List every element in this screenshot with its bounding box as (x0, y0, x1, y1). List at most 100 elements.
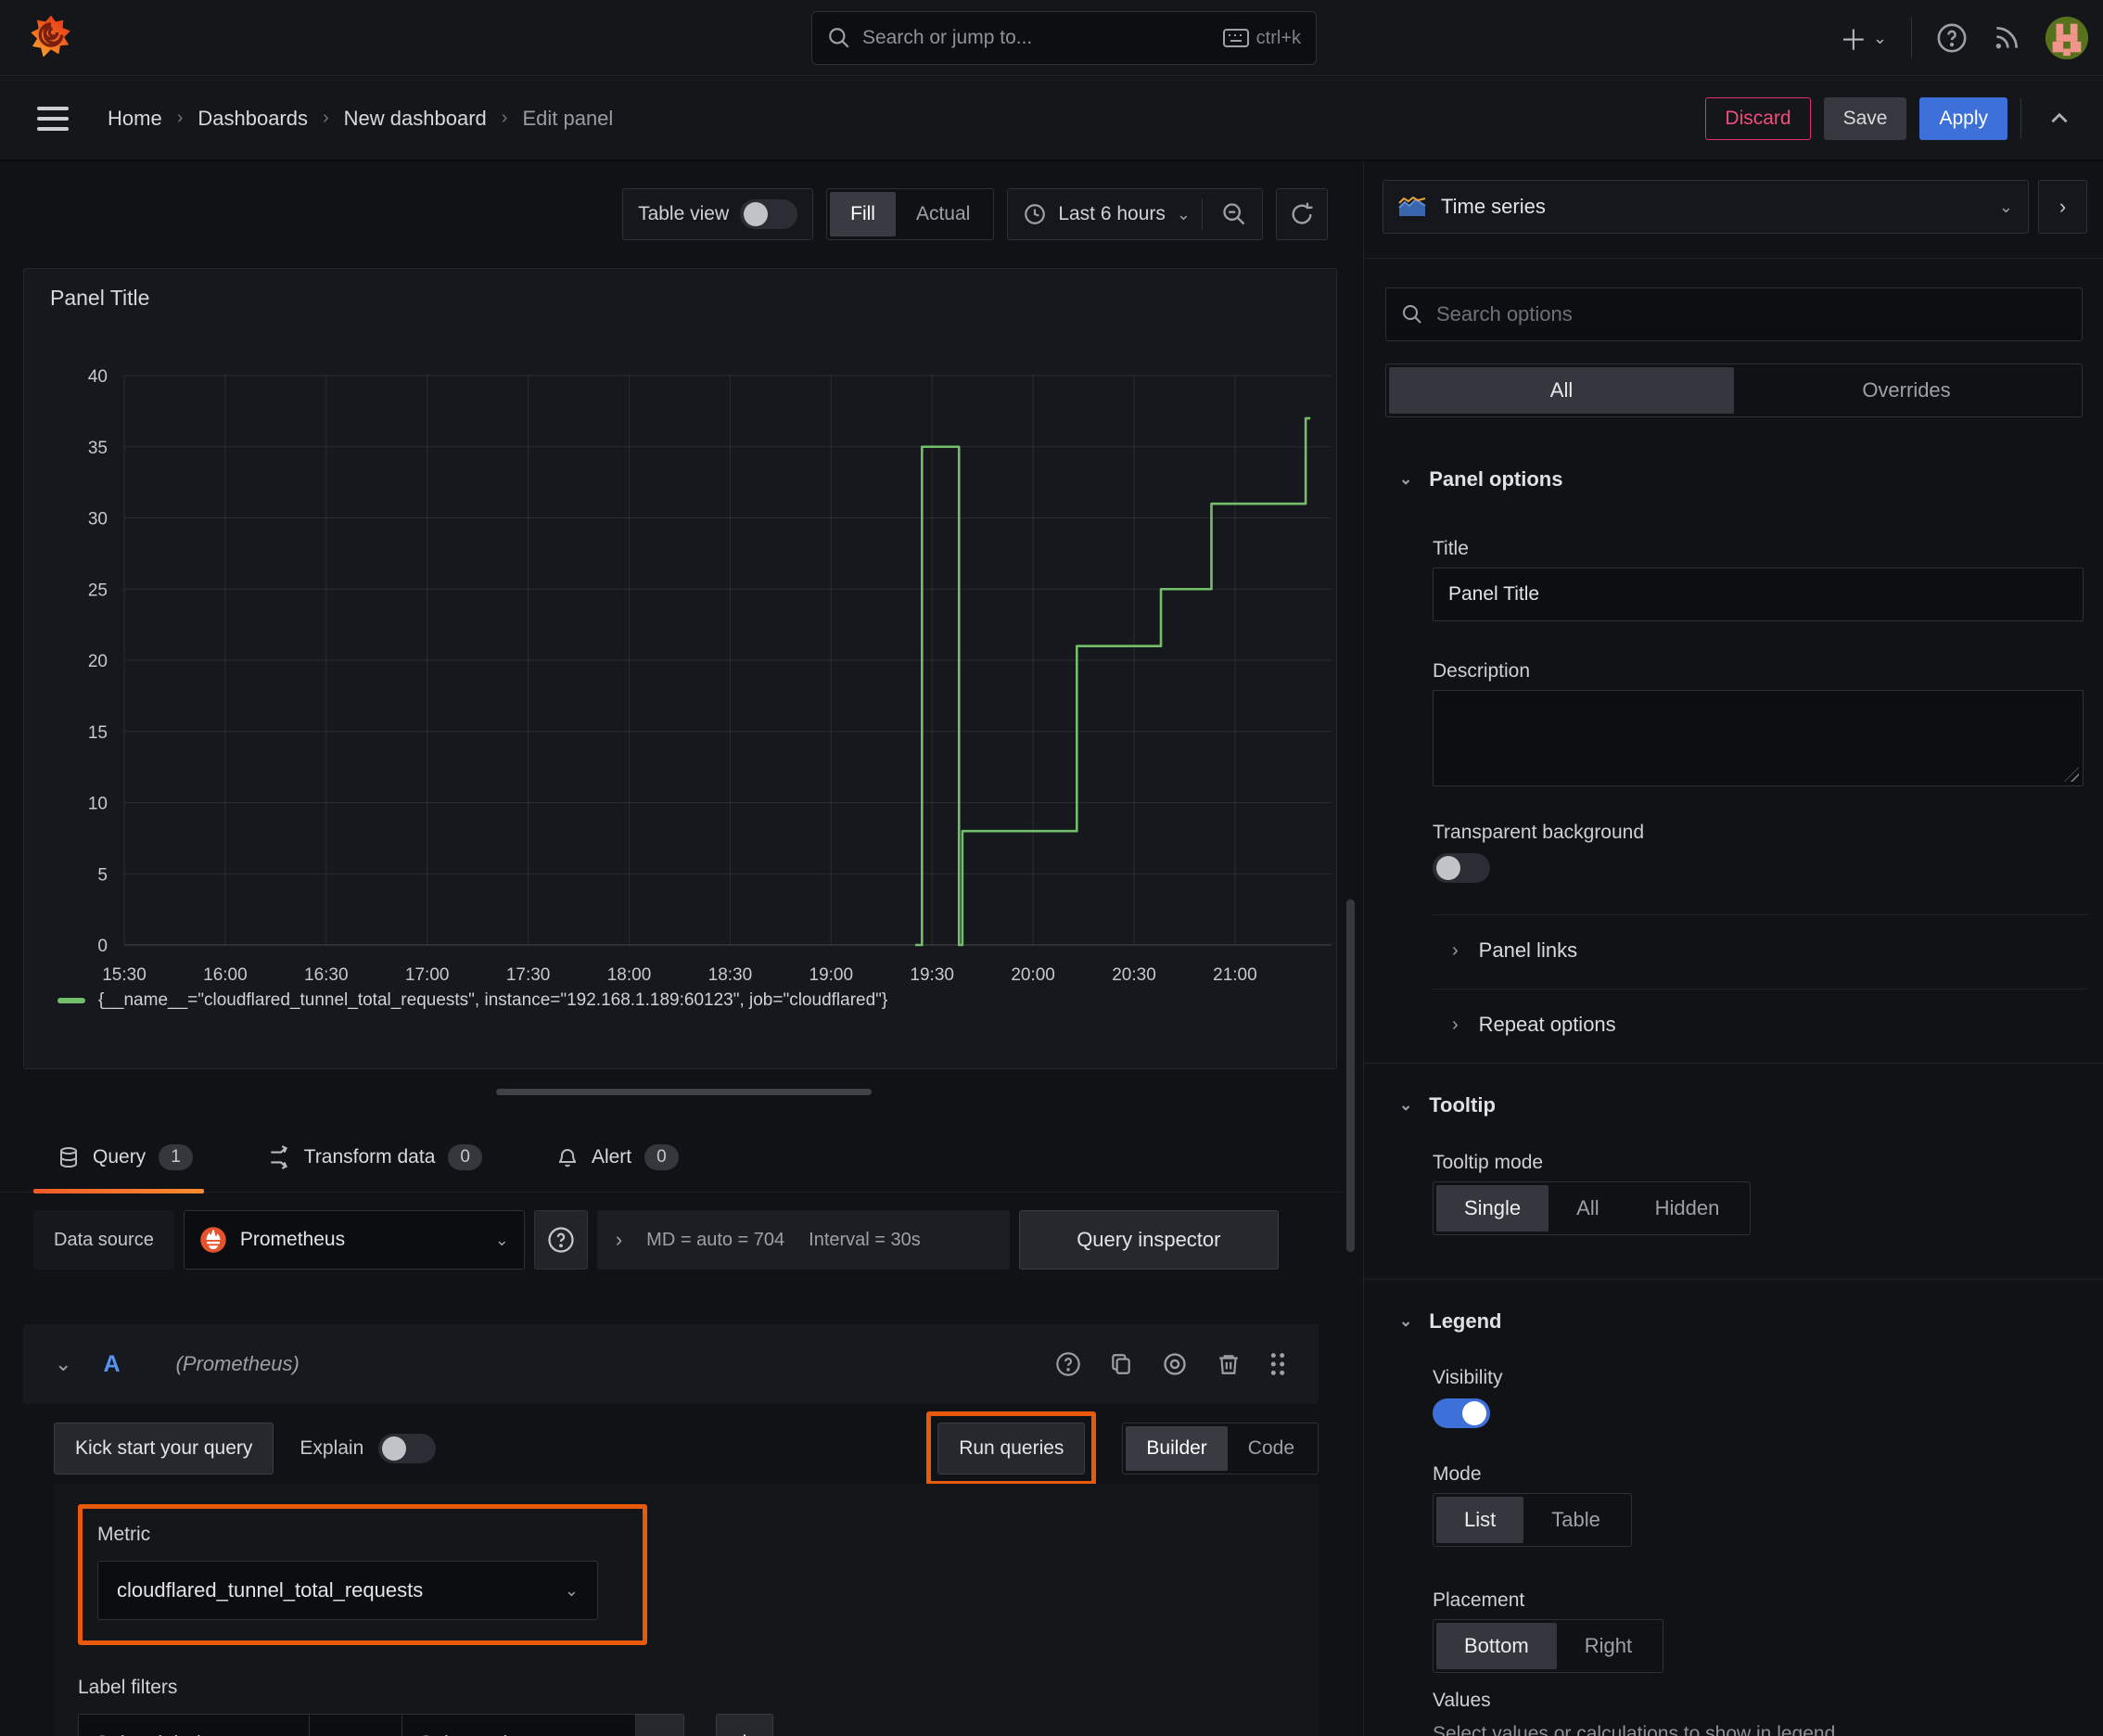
table-view-label: Table view (638, 203, 730, 224)
discard-button[interactable]: Discard (1705, 96, 1811, 140)
legend-mode-list[interactable]: List (1436, 1497, 1524, 1543)
breadcrumb-separator: › (323, 108, 329, 128)
explain-toggle[interactable] (378, 1434, 437, 1463)
legend-mode-label: Mode (1433, 1463, 1482, 1485)
code-option[interactable]: Code (1228, 1426, 1315, 1471)
user-avatar[interactable] (2046, 17, 2088, 59)
tab-query[interactable]: Query 1 (33, 1122, 217, 1194)
resize-corner-icon[interactable] (2064, 767, 2079, 782)
menu-toggle-icon[interactable] (37, 106, 69, 131)
news-rss-icon[interactable] (1992, 23, 2021, 53)
global-search-input[interactable]: Search or jump to... ctrl+k (811, 11, 1317, 65)
time-series-chart[interactable]: 0 5 10 15 20 25 30 35 40 15:30 16:00 16:30 17:00 17:3… (24, 269, 1338, 1070)
legend-placement-right[interactable]: Right (1557, 1623, 1660, 1669)
legend-placement-bottom[interactable]: Bottom (1436, 1623, 1557, 1669)
select-value-dropdown[interactable]: Select value ⌄ (402, 1714, 636, 1736)
help-icon[interactable] (1936, 22, 1968, 54)
section-tooltip[interactable]: ⌄ Tooltip (1399, 1093, 1496, 1117)
collapse-header-icon[interactable] (2034, 107, 2084, 131)
time-range-control: Last 6 hours ⌄ (1007, 188, 1263, 240)
section-legend[interactable]: ⌄ Legend (1399, 1309, 1501, 1334)
svg-text:17:00: 17:00 (405, 965, 450, 985)
tooltip-mode-hidden[interactable]: Hidden (1627, 1185, 1748, 1232)
description-textarea[interactable] (1433, 690, 2084, 786)
tooltip-mode-all[interactable]: All (1549, 1185, 1626, 1232)
apply-button[interactable]: Apply (1919, 96, 2007, 140)
section-repeat-options[interactable]: › Repeat options (1452, 1013, 1616, 1037)
breadcrumb-home[interactable]: Home (108, 107, 162, 131)
query-help-icon[interactable] (1055, 1351, 1081, 1377)
nav-bar: Home › Dashboards › New dashboard › Edit… (0, 77, 2103, 161)
resize-drag-handle[interactable] (496, 1089, 872, 1095)
table-view-toggle[interactable] (740, 199, 798, 229)
timeseries-viz-icon (1398, 196, 1426, 218)
tooltip-mode-label: Tooltip mode (1433, 1152, 1544, 1173)
new-menu-button[interactable]: ＋ ⌄ (1840, 18, 1887, 58)
metric-select[interactable]: cloudflared_tunnel_total_requests ⌄ (97, 1561, 598, 1620)
chevron-right-icon: › (1452, 1014, 1459, 1035)
viz-suggestions-button[interactable]: › (2038, 180, 2087, 234)
section-panel-links[interactable]: › Panel links (1452, 938, 1577, 963)
builder-option[interactable]: Builder (1126, 1426, 1228, 1471)
section-panel-options[interactable]: ⌄ Panel options (1399, 467, 1563, 491)
datasource-help-button[interactable] (533, 1210, 588, 1270)
database-icon (57, 1145, 80, 1169)
options-search-input[interactable]: Search options (1385, 287, 2083, 341)
chart-legend[interactable]: {__name__="cloudflared_tunnel_total_requ… (57, 990, 887, 1011)
svg-text:25: 25 (88, 581, 108, 600)
label-filters-label: Label filters (78, 1677, 178, 1698)
zoom-out-icon[interactable] (1214, 201, 1255, 227)
panel-title-input[interactable]: Panel Title (1433, 568, 2084, 621)
tab-overrides[interactable]: Overrides (1734, 367, 2079, 414)
tooltip-mode-segmented: Single All Hidden (1433, 1181, 1752, 1235)
tooltip-mode-single[interactable]: Single (1436, 1185, 1549, 1232)
save-button[interactable]: Save (1823, 96, 1907, 140)
toggle-visibility-icon[interactable] (1161, 1351, 1189, 1377)
select-label-placeholder: Select label (96, 1731, 201, 1736)
fill-option[interactable]: Fill (830, 192, 896, 236)
query-stats: › MD = auto = 704 Interval = 30s (596, 1210, 1010, 1270)
svg-text:19:00: 19:00 (809, 965, 854, 985)
editor-tabs: Query 1 Transform data 0 Alert 0 (0, 1122, 1342, 1194)
query-row-header[interactable]: ⌄ A (Prometheus) (23, 1324, 1319, 1404)
legend-mode-table[interactable]: Table (1523, 1497, 1628, 1543)
operator-dropdown[interactable]: = ⌄ (310, 1714, 402, 1736)
transparent-background-toggle[interactable] (1433, 853, 1490, 883)
metric-annotation: Metric cloudflared_tunnel_total_requests… (78, 1504, 647, 1645)
select-label-dropdown[interactable]: Select label ⌄ (78, 1714, 310, 1736)
legend-visibility-toggle[interactable] (1433, 1398, 1490, 1428)
refresh-button[interactable] (1276, 188, 1328, 240)
tab-alert[interactable]: Alert 0 (532, 1122, 703, 1192)
breadcrumb-new-dashboard[interactable]: New dashboard (344, 107, 487, 131)
add-filter-button[interactable]: ＋ (716, 1714, 773, 1736)
divider (1364, 1279, 2103, 1280)
run-queries-button[interactable]: Run queries (937, 1423, 1086, 1474)
query-inspector-button[interactable]: Query inspector (1018, 1210, 1279, 1270)
legend-label: {__name__="cloudflared_tunnel_total_requ… (98, 990, 888, 1010)
chevron-down-icon: ⌄ (1399, 1312, 1413, 1330)
duplicate-query-icon[interactable] (1109, 1351, 1133, 1377)
svg-text:15:30: 15:30 (102, 965, 147, 985)
collapse-query-icon[interactable]: ⌄ (55, 1352, 71, 1376)
svg-text:20: 20 (88, 652, 108, 671)
kick-start-button[interactable]: Kick start your query (54, 1423, 274, 1474)
tab-all-options[interactable]: All (1389, 367, 1734, 414)
svg-text:35: 35 (88, 439, 108, 458)
datasource-picker[interactable]: Prometheus ⌄ (183, 1210, 525, 1270)
remove-filter-button[interactable]: ✕ (636, 1714, 684, 1736)
grafana-logo-icon[interactable] (28, 13, 74, 61)
actual-option[interactable]: Actual (896, 192, 990, 236)
breadcrumb-dashboards[interactable]: Dashboards (198, 107, 308, 131)
visualization-picker[interactable]: Time series ⌄ (1383, 180, 2029, 234)
legend-values-hint: Select values or calculations to show in… (1433, 1723, 1836, 1736)
time-range-label[interactable]: Last 6 hours (1058, 203, 1166, 225)
delete-query-icon[interactable] (1217, 1351, 1241, 1377)
fill-actual-segmented: Fill Actual (826, 188, 995, 240)
chevron-down-icon[interactable]: ⌄ (1177, 205, 1191, 224)
chevron-right-icon[interactable]: › (616, 1228, 622, 1252)
tab-transform[interactable]: Transform data 0 (243, 1122, 506, 1192)
svg-text:21:00: 21:00 (1213, 965, 1257, 985)
drag-query-grip-icon[interactable] (1268, 1351, 1287, 1377)
scrollbar[interactable] (1346, 900, 1355, 1252)
panel-preview: Panel Title 0 5 10 15 20 25 30 35 40 15:30 16:00 16… (23, 268, 1337, 1069)
